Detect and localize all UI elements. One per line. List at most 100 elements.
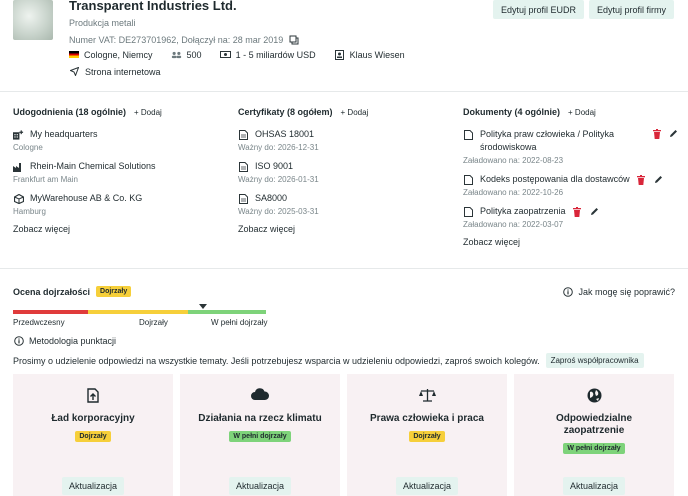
germany-flag-icon (69, 51, 79, 58)
certificate-entry[interactable]: ISO 9001 Ważny do: 2026-01-31 (238, 160, 453, 184)
topic-card-human-rights[interactable]: Prawa człowieka i praca Dojrzały Aktuali… (347, 374, 507, 496)
document-upload-date: Załadowano na: 2022-08-23 (463, 156, 564, 165)
topic-badge-wrap: W pełni dojrzały (180, 431, 340, 442)
document-icon (463, 206, 474, 217)
location-entry[interactable]: MyWarehouse AB & Co. KG Hamburg (13, 192, 228, 216)
copy-icon[interactable] (288, 34, 299, 45)
edit-eudr-button[interactable]: Edytuj profil EUDR (493, 0, 585, 19)
certificate-entry[interactable]: SA8000 Ważny do: 2025-03-31 (238, 192, 453, 216)
contact-text: Klaus Wiesen (349, 49, 405, 60)
document-upload-date: Załadowano na: 2022-10-26 (463, 188, 564, 197)
topic-title: Ład korporacyjny (51, 413, 135, 424)
edit-pencil-icon[interactable] (653, 174, 664, 185)
add-document-link[interactable]: + Dodaj (568, 108, 596, 117)
warehouse-icon (13, 193, 24, 204)
update-button[interactable]: Aktualizacja (395, 477, 459, 495)
document-entry[interactable]: Polityka zaopatrzenia Załadowano na: 202… (463, 205, 685, 229)
methodology-link[interactable]: Metodologia punktacji (13, 335, 116, 346)
topic-maturity-badge: W pełni dojrzały (563, 443, 625, 454)
trash-icon[interactable] (572, 206, 583, 217)
maturity-label: Ocena dojrzałości (13, 286, 91, 297)
send-arrow-icon (69, 66, 80, 77)
certificates-title: Certyfikaty (8 ogółem) (238, 107, 333, 117)
topic-card-climate[interactable]: Działania na rzecz klimatu W pełni dojrz… (180, 374, 340, 496)
topic-title: Prawa człowieka i praca (370, 413, 484, 424)
certificate-title: SA8000 (255, 193, 288, 203)
locations-see-more-link[interactable]: Zobacz więcej (13, 224, 228, 234)
certificates-see-more-link[interactable]: Zobacz więcej (238, 224, 453, 234)
location-city: Cologne (13, 143, 43, 152)
document-title-line2: środowiskowa (480, 142, 537, 152)
website-link[interactable]: Strona internetowa (69, 66, 161, 77)
topic-title: Odpowiedzialne zaopatrzenie (524, 413, 664, 437)
maturity-scale (13, 310, 266, 314)
certificate-validity: Ważny do: 2025-03-31 (238, 207, 319, 216)
factory-icon (13, 161, 24, 172)
certificate-entry[interactable]: OHSAS 18001 Ważny do: 2026-12-31 (238, 128, 453, 152)
section-divider (0, 268, 688, 269)
scales-icon (347, 388, 507, 402)
document-title: Polityka praw człowieka / Polityka środo… (480, 128, 645, 154)
company-logo (13, 0, 53, 40)
vat-row: Numer VAT: DE273701962, Dołączył na: 28 … (69, 34, 299, 45)
edit-pencil-icon[interactable] (589, 206, 600, 217)
company-meta: Cologne, Niemcy 500 1 - 5 miliardów USD … (69, 49, 423, 60)
locations-title: Udogodnienia (18 ogólnie) (13, 107, 126, 117)
add-location-link[interactable]: + Dodaj (134, 108, 162, 117)
topic-badge-wrap: Dojrzały (13, 431, 173, 442)
document-entry[interactable]: Kodeks postępowania dla dostawców Załado… (463, 173, 685, 197)
revenue-item: 1 - 5 miliardów USD (219, 49, 316, 60)
company-name: Transparent Industries Ltd. (69, 0, 237, 13)
certificate-title: ISO 9001 (255, 161, 294, 171)
maturity-section-title: Ocena dojrzałości Dojrzały (13, 286, 132, 297)
money-icon (219, 49, 231, 60)
improve-help-link[interactable]: Jak mogę się poprawić? (562, 286, 675, 297)
invite-colleague-button[interactable]: Zaproś współpracownika (545, 353, 644, 368)
edit-company-button[interactable]: Edytuj profil firmy (589, 0, 675, 19)
document-entry[interactable]: Polityka praw człowieka / Polityka środo… (463, 128, 685, 165)
topic-title: Działania na rzecz klimatu (198, 413, 322, 424)
vat-text: Numer VAT: DE273701962, Dołączył na: 28 … (69, 34, 284, 45)
location-title: Rhein-Main Chemical Solutions (30, 161, 156, 171)
update-button[interactable]: Aktualizacja (228, 477, 292, 495)
edit-pencil-icon[interactable] (668, 128, 679, 139)
document-title: Polityka zaopatrzenia (480, 206, 566, 216)
location-item: Cologne, Niemcy (69, 50, 153, 60)
employees-item: 500 (171, 49, 202, 60)
revenue-text: 1 - 5 miliardów USD (235, 49, 316, 60)
certificate-validity: Ważny do: 2026-01-31 (238, 175, 319, 184)
trash-icon[interactable] (651, 128, 662, 139)
scale-segment-mid (88, 310, 188, 314)
cloud-icon (180, 388, 340, 400)
location-city: Frankfurt am Main (13, 175, 78, 184)
documents-see-more-link[interactable]: Zobacz więcej (463, 237, 685, 247)
people-icon (171, 49, 182, 60)
certificates-header: Certyfikaty (8 ogółem) + Dodaj (238, 107, 453, 117)
document-icon (463, 129, 474, 140)
certificate-document-icon (238, 193, 249, 204)
topic-card-governance[interactable]: Ład korporacyjny Dojrzały Aktualizacja (13, 374, 173, 496)
location-title: My headquarters (30, 129, 98, 139)
scale-position-marker (199, 304, 207, 309)
documents-title: Dokumenty (4 ogólnie) (463, 107, 561, 117)
locations-section: Udogodnienia (18 ogólnie) + Dodaj My hea… (13, 107, 228, 234)
invite-row: Prosimy o udzielenie odpowiedzi na wszys… (13, 353, 644, 368)
certificate-document-icon (238, 161, 249, 172)
trash-icon[interactable] (636, 174, 647, 185)
certificate-document-icon (238, 129, 249, 140)
location-city: Hamburg (13, 207, 46, 216)
update-button[interactable]: Aktualizacja (562, 477, 626, 495)
add-certificate-link[interactable]: + Dodaj (341, 108, 369, 117)
location-text: Cologne, Niemcy (84, 49, 153, 60)
topic-maturity-badge: W pełni dojrzały (229, 431, 291, 442)
scale-segment-low (13, 310, 88, 314)
improve-help-text: Jak mogę się poprawić? (578, 286, 675, 297)
certificates-section: Certyfikaty (8 ogółem) + Dodaj OHSAS 180… (238, 107, 453, 234)
upload-document-icon (13, 388, 173, 403)
update-button[interactable]: Aktualizacja (61, 477, 125, 495)
scale-label-low: Przedwczesny (13, 318, 65, 327)
location-entry[interactable]: My headquarters Cologne (13, 128, 228, 152)
contact-item: Klaus Wiesen (334, 49, 405, 60)
topic-card-sourcing[interactable]: Odpowiedzialne zaopatrzenie W pełni dojr… (514, 374, 674, 496)
location-entry[interactable]: Rhein-Main Chemical Solutions Frankfurt … (13, 160, 228, 184)
